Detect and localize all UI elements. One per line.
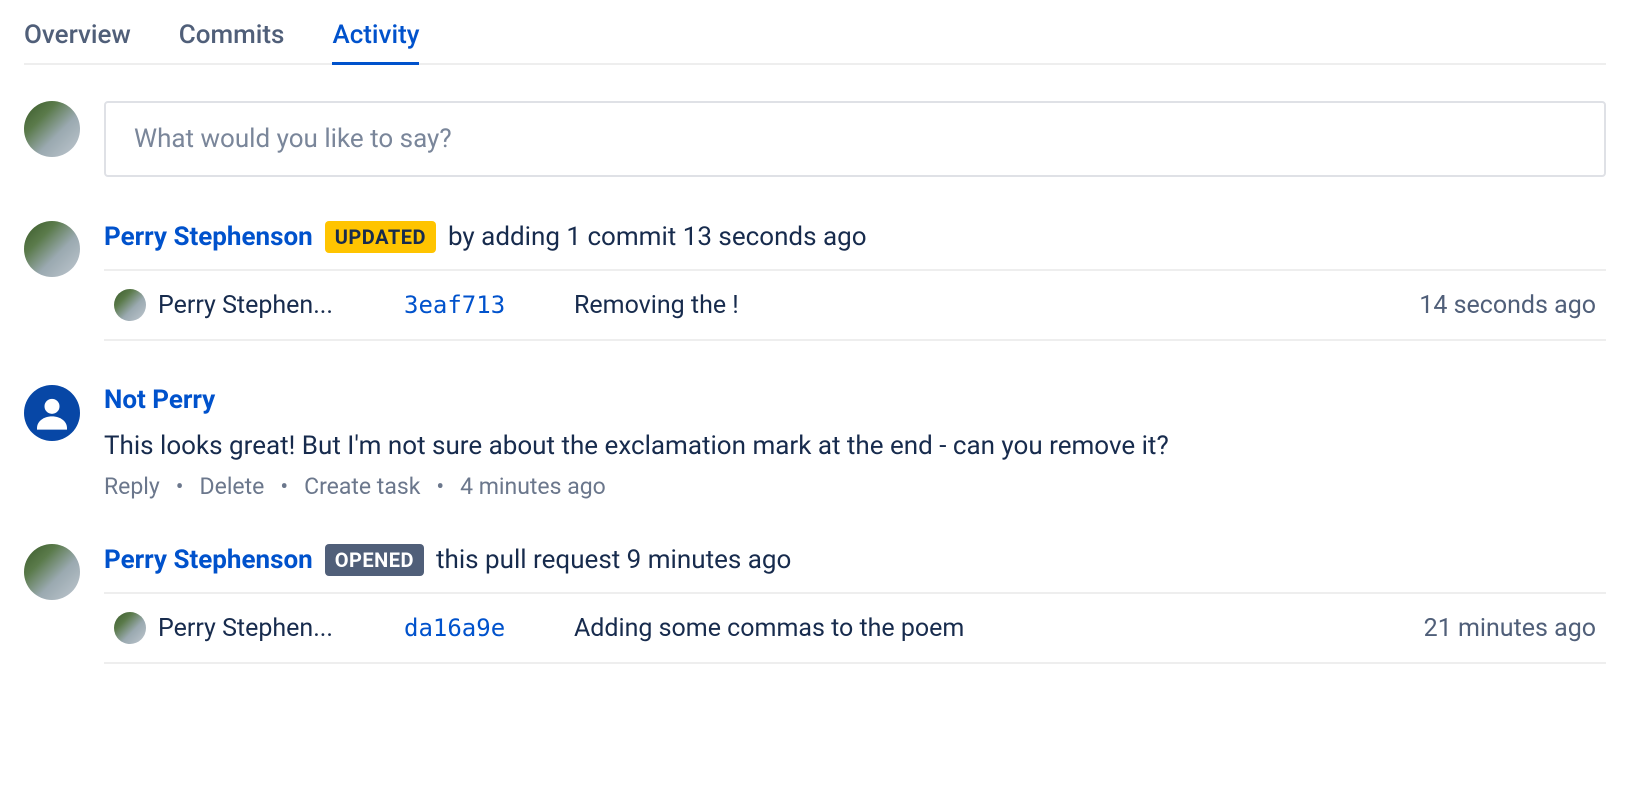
commit-hash[interactable]: da16a9e <box>404 614 554 642</box>
user-icon <box>32 393 72 433</box>
activity-content: Perry Stephenson OPENED this pull reques… <box>104 544 1606 664</box>
avatar-small <box>114 289 146 321</box>
comment-composer <box>24 101 1606 177</box>
tab-activity[interactable]: Activity <box>332 20 419 65</box>
dot-separator: • <box>176 473 184 500</box>
avatar-default <box>24 385 80 441</box>
avatar-small <box>114 612 146 644</box>
activity-header: Not Perry <box>104 385 1606 415</box>
comment-actions: Reply • Delete • Create task • 4 minutes… <box>104 473 1606 500</box>
avatar <box>24 221 80 277</box>
activity-content: Perry Stephenson UPDATED by adding 1 com… <box>104 221 1606 341</box>
commit-hash[interactable]: 3eaf713 <box>404 291 554 319</box>
activity-text: this pull request 9 minutes ago <box>436 545 791 575</box>
tab-overview[interactable]: Overview <box>24 20 131 65</box>
commit-table: Perry Stephen... 3eaf713 Removing the ! … <box>104 269 1606 341</box>
dot-separator: • <box>436 473 444 500</box>
author-link[interactable]: Not Perry <box>104 385 215 415</box>
status-badge-updated: UPDATED <box>325 221 436 253</box>
author-link[interactable]: Perry Stephenson <box>104 545 313 575</box>
commit-row: Perry Stephen... da16a9e Adding some com… <box>104 594 1606 662</box>
commit-author-name: Perry Stephen... <box>158 291 333 320</box>
delete-link[interactable]: Delete <box>200 473 265 500</box>
activity-content: Not Perry This looks great! But I'm not … <box>104 385 1606 500</box>
commit-time: 14 seconds ago <box>1419 291 1596 320</box>
status-badge-opened: OPENED <box>325 544 424 576</box>
create-task-link[interactable]: Create task <box>304 473 420 500</box>
commit-table: Perry Stephen... da16a9e Adding some com… <box>104 592 1606 664</box>
activity-text: by adding 1 commit 13 seconds ago <box>448 222 867 252</box>
commit-message: Adding some commas to the poem <box>574 614 1404 643</box>
commit-author: Perry Stephen... <box>114 612 384 644</box>
activity-item-opened: Perry Stephenson OPENED this pull reques… <box>24 544 1606 664</box>
reply-link[interactable]: Reply <box>104 473 160 500</box>
avatar <box>24 101 80 157</box>
commit-author-name: Perry Stephen... <box>158 614 333 643</box>
comment-body: This looks great! But I'm not sure about… <box>104 431 1606 461</box>
commit-row: Perry Stephen... 3eaf713 Removing the ! … <box>104 271 1606 339</box>
tabs-bar: Overview Commits Activity <box>24 20 1606 65</box>
activity-header: Perry Stephenson UPDATED by adding 1 com… <box>104 221 1606 253</box>
dot-separator: • <box>280 473 288 500</box>
comment-time: 4 minutes ago <box>460 473 606 500</box>
comment-input[interactable] <box>104 101 1606 177</box>
tab-commits[interactable]: Commits <box>179 20 285 65</box>
activity-item-updated: Perry Stephenson UPDATED by adding 1 com… <box>24 221 1606 341</box>
commit-time: 21 minutes ago <box>1424 614 1596 643</box>
author-link[interactable]: Perry Stephenson <box>104 222 313 252</box>
activity-header: Perry Stephenson OPENED this pull reques… <box>104 544 1606 576</box>
commit-author: Perry Stephen... <box>114 289 384 321</box>
commit-message: Removing the ! <box>574 291 1399 320</box>
avatar <box>24 544 80 600</box>
activity-item-comment: Not Perry This looks great! But I'm not … <box>24 385 1606 500</box>
